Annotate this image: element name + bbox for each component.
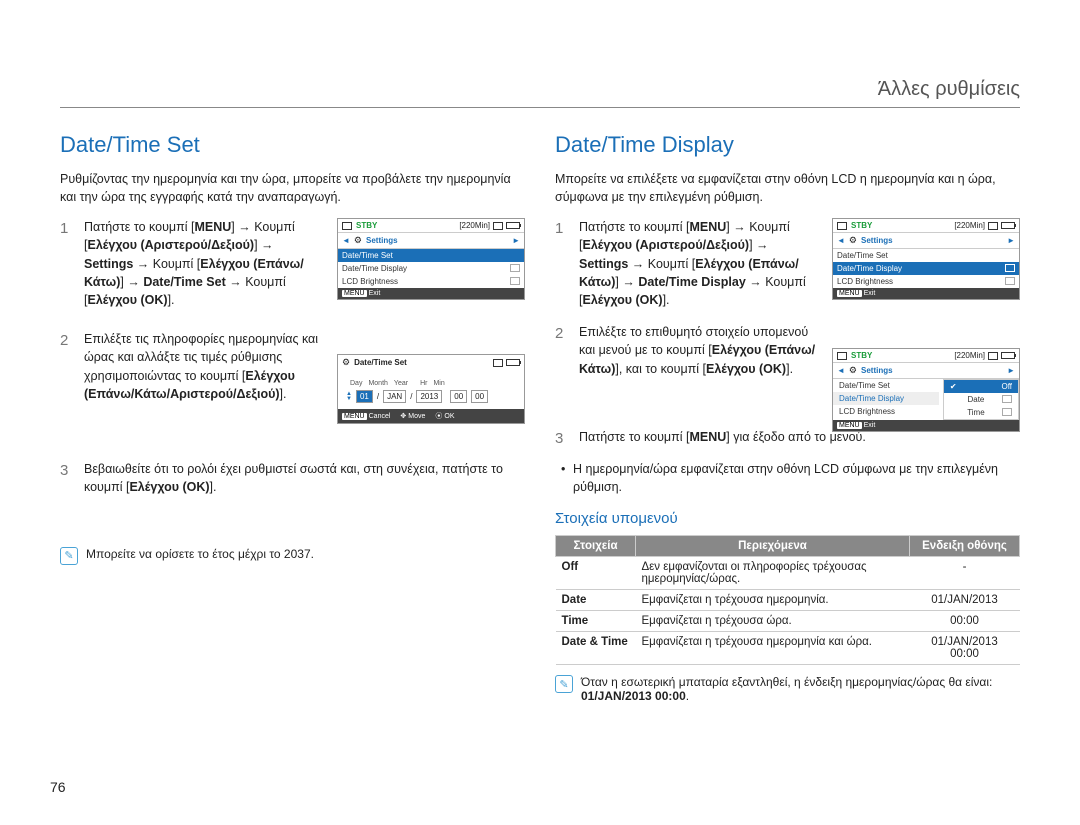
page-header: Άλλες ρυθμίσεις <box>60 78 1020 108</box>
right-bullet: Η ημερομηνία/ώρα εμφανίζεται στην οθόνη … <box>555 460 1020 496</box>
submenu-table: Στοιχεία Περιεχόμενα Ενδειξη οθόνης Off … <box>555 535 1020 665</box>
lcd-screenshot-settings-list: STBY [220Min] ◄ ⚙ Settings ► Date/Time S… <box>337 218 525 300</box>
table-row: Time Εμφανίζεται η τρέχουσα ώρα. 00:00 <box>556 611 1020 632</box>
page-number: 76 <box>50 779 66 795</box>
sd-icon <box>988 222 998 230</box>
battery-icon <box>506 222 520 229</box>
left-note: ✎ Μπορείτε να ορίσετε το έτος μέχρι το 2… <box>60 547 525 565</box>
header-category: Άλλες ρυθμίσεις <box>878 78 1020 100</box>
right-note: ✎ Όταν η εσωτερική μπαταρία εξαντληθεί, … <box>555 675 1020 703</box>
display-icon <box>510 264 520 272</box>
gear-icon: ⚙ <box>354 235 362 246</box>
brightness-icon <box>1005 277 1015 285</box>
sd-icon <box>988 352 998 360</box>
left-intro: Ρυθμίζοντας την ημερομηνία και την ώρα, … <box>60 170 525 206</box>
right-column: Date/Time Display Μπορείτε να επιλέξετε … <box>555 132 1020 703</box>
card-icon <box>837 352 847 360</box>
display-icon <box>1005 264 1015 272</box>
left-step-1: 1 Πατήστε το κουμπί [MENU] → Κουμπί [Ελέ… <box>60 218 325 309</box>
brightness-icon <box>510 277 520 285</box>
gear-icon: ⚙ <box>849 365 857 376</box>
battery-icon <box>506 359 520 366</box>
right-title: Date/Time Display <box>555 132 1020 158</box>
table-row: Date & Time Εμφανίζεται η τρέχουσα ημερο… <box>556 632 1020 665</box>
lcd-screenshot-date-editor: ⚙ Date/Time Set Day Month Year Hr Min <box>337 354 525 424</box>
sd-icon <box>493 222 503 230</box>
lcd-screenshot-display-list: STBY [220Min] ◄ ⚙ Settings ► Date/Time S… <box>832 218 1020 300</box>
left-step-3: 3 Βεβαιωθείτε ότι το ρολόι έχει ρυθμιστε… <box>60 460 525 496</box>
gear-icon: ⚙ <box>849 235 857 246</box>
table-row: Off Δεν εμφανίζονται οι πληροφορίες τρέχ… <box>556 557 1020 590</box>
lcd-screenshot-display-options: STBY [220Min] ◄ ⚙ Settings ► Date/Time S… <box>832 348 1020 432</box>
gear-icon: ⚙ <box>342 357 350 368</box>
table-row: Date Εμφανίζεται η τρέχουσα ημερομηνία. … <box>556 590 1020 611</box>
left-step-2: 2 Επιλέξτε τις πληροφορίες ημερομηνίας κ… <box>60 330 325 403</box>
submenu-heading: Στοιχεία υπομενού <box>555 510 1020 527</box>
left-column: Date/Time Set Ρυθμίζοντας την ημερομηνία… <box>60 132 525 703</box>
right-step-1: 1 Πατήστε το κουμπί [MENU] → Κουμπί [Ελέ… <box>555 218 820 309</box>
note-icon: ✎ <box>555 675 573 693</box>
card-icon <box>837 222 847 230</box>
battery-icon <box>1001 352 1015 359</box>
card-icon <box>342 222 352 230</box>
sd-icon <box>493 359 503 367</box>
right-intro: Μπορείτε να επιλέξετε να εμφανίζεται στη… <box>555 170 1020 206</box>
left-title: Date/Time Set <box>60 132 525 158</box>
battery-icon <box>1001 222 1015 229</box>
right-step-2: 2 Επιλέξτε το επιθυμητό στοιχείο υπομενο… <box>555 323 820 377</box>
note-icon: ✎ <box>60 547 78 565</box>
